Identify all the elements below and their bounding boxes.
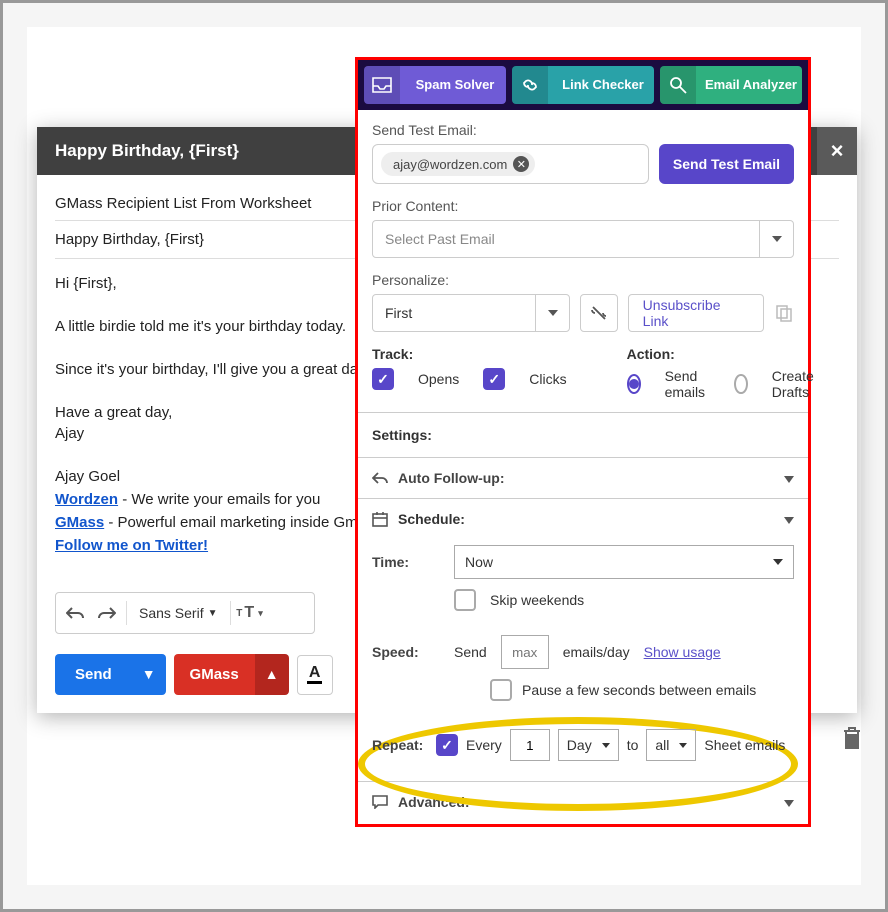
send-emails-radio[interactable] [627, 374, 641, 394]
personalize-label: Personalize: [372, 272, 794, 288]
opens-checkbox[interactable]: ✓ [372, 368, 394, 390]
time-select[interactable]: Now [454, 545, 794, 579]
tool-tabs: Spam Solver Link Checker Email Analyzer [358, 60, 808, 110]
link-icon [512, 66, 548, 104]
chip-text: ajay@wordzen.com [393, 157, 507, 172]
dropdown-icon [602, 743, 610, 748]
redo-icon[interactable] [94, 600, 120, 626]
chevron-down-icon[interactable] [784, 511, 794, 527]
auto-followup-label: Auto Follow-up: [398, 470, 505, 486]
gmass-desc: - Powerful email marketing inside Gmail [104, 514, 372, 531]
prior-content-select[interactable]: Select Past Email [372, 220, 794, 258]
speed-send: Send [454, 644, 487, 660]
repeat-checkbox[interactable]: ✓ [436, 734, 458, 756]
undo-icon[interactable] [62, 600, 88, 626]
gmass-button[interactable]: GMass [174, 654, 255, 695]
tab-spam-label: Spam Solver [404, 74, 506, 97]
chip-remove-icon[interactable]: ✕ [513, 156, 529, 172]
tab-link-label: Link Checker [552, 74, 654, 97]
tab-email-analyzer[interactable]: Email Analyzer [660, 66, 802, 104]
repeat-target: all [655, 737, 669, 753]
schedule-label: Schedule: [398, 511, 465, 527]
send-emails-label: Send emails [665, 368, 711, 400]
email-chip: ajay@wordzen.com ✕ [381, 152, 535, 176]
send-dropdown-icon[interactable]: ▼ [132, 654, 166, 695]
reply-icon [372, 471, 388, 485]
repeat-suffix: Sheet emails [704, 737, 785, 753]
repeat-number-input[interactable] [510, 729, 550, 761]
skip-weekends-checkbox[interactable] [454, 589, 476, 611]
gmass-link[interactable]: GMass [55, 514, 104, 531]
clicks-checkbox[interactable]: ✓ [483, 368, 505, 390]
test-email-input[interactable]: ajay@wordzen.com ✕ [372, 144, 649, 184]
tab-analyzer-label: Email Analyzer [700, 74, 802, 97]
repeat-to: to [627, 737, 639, 753]
calendar-icon [372, 511, 388, 527]
close-icon[interactable]: × [817, 127, 857, 175]
advanced-accordion[interactable]: Advanced: [358, 781, 808, 822]
action-label: Action: [627, 346, 821, 362]
wordzen-desc: - We write your emails for you [118, 491, 320, 508]
skip-weekends-label: Skip weekends [490, 592, 584, 608]
compose-title: Happy Birthday, {First} [55, 141, 239, 160]
send-test-button[interactable]: Send Test Email [659, 144, 794, 184]
chevron-down-icon [784, 794, 794, 810]
chevron-down-icon[interactable] [759, 221, 793, 257]
font-select[interactable]: Sans Serif ▼ [133, 605, 224, 621]
clicks-label: Clicks [529, 371, 566, 387]
wordzen-link[interactable]: Wordzen [55, 491, 118, 508]
repeat-every: Every [466, 737, 502, 753]
auto-followup-accordion[interactable]: Auto Follow-up: [358, 457, 808, 498]
create-drafts-radio[interactable] [734, 374, 747, 394]
unlink-icon[interactable] [580, 294, 618, 332]
repeat-row: Repeat: ✓ Every Day to all Sheet emails [372, 729, 794, 761]
tab-link-checker[interactable]: Link Checker [512, 66, 654, 104]
chevron-down-icon[interactable] [535, 295, 569, 331]
font-name: Sans Serif [139, 605, 204, 621]
time-label: Time: [372, 554, 440, 570]
repeat-unit-select[interactable]: Day [558, 729, 619, 761]
gmass-dropdown-icon[interactable]: ▲ [255, 654, 289, 695]
settings-label: Settings: [358, 412, 808, 457]
repeat-unit: Day [567, 737, 592, 753]
send-button[interactable]: Send [55, 654, 132, 695]
time-value: Now [465, 554, 493, 570]
chevron-down-icon [784, 470, 794, 486]
copy-icon[interactable] [774, 303, 794, 323]
dropdown-icon [773, 559, 783, 565]
body-p4a: Have a great day, [55, 404, 172, 421]
opens-label: Opens [418, 371, 459, 387]
prior-content-label: Prior Content: [372, 198, 794, 214]
text-size-icon[interactable]: TT▾ [237, 600, 263, 626]
create-drafts-label: Create Drafts [772, 368, 821, 400]
unsubscribe-link-button[interactable]: Unsubscribe Link [628, 294, 764, 332]
repeat-label: Repeat: [372, 737, 428, 753]
inbox-icon [364, 66, 400, 104]
magnifier-icon [660, 66, 696, 104]
trash-icon[interactable] [841, 725, 863, 751]
speed-suffix: emails/day [563, 644, 630, 660]
dropdown-icon [679, 743, 687, 748]
pause-checkbox[interactable] [490, 679, 512, 701]
send-test-label: Send Test Email: [372, 122, 794, 138]
text-color-button[interactable]: A [297, 655, 333, 695]
advanced-label: Advanced: [398, 794, 470, 810]
speed-input[interactable] [501, 635, 549, 669]
body-p4b: Ajay [55, 425, 84, 442]
pause-label: Pause a few seconds between emails [522, 682, 756, 698]
speed-label: Speed: [372, 644, 440, 660]
personalize-value: First [373, 295, 535, 331]
format-toolbar: Sans Serif ▼ TT▾ [55, 592, 315, 634]
personalize-select[interactable]: First [372, 294, 570, 332]
twitter-link[interactable]: Follow me on Twitter! [55, 537, 208, 554]
chat-icon [372, 795, 388, 809]
tab-spam-solver[interactable]: Spam Solver [364, 66, 506, 104]
repeat-target-select[interactable]: all [646, 729, 696, 761]
schedule-section: Schedule: Time: Now Skip weekends [358, 498, 808, 781]
gmass-settings-panel: Spam Solver Link Checker Email Analyzer … [355, 57, 811, 827]
track-label: Track: [372, 346, 567, 362]
prior-content-placeholder: Select Past Email [373, 221, 759, 257]
show-usage-link[interactable]: Show usage [644, 644, 721, 660]
